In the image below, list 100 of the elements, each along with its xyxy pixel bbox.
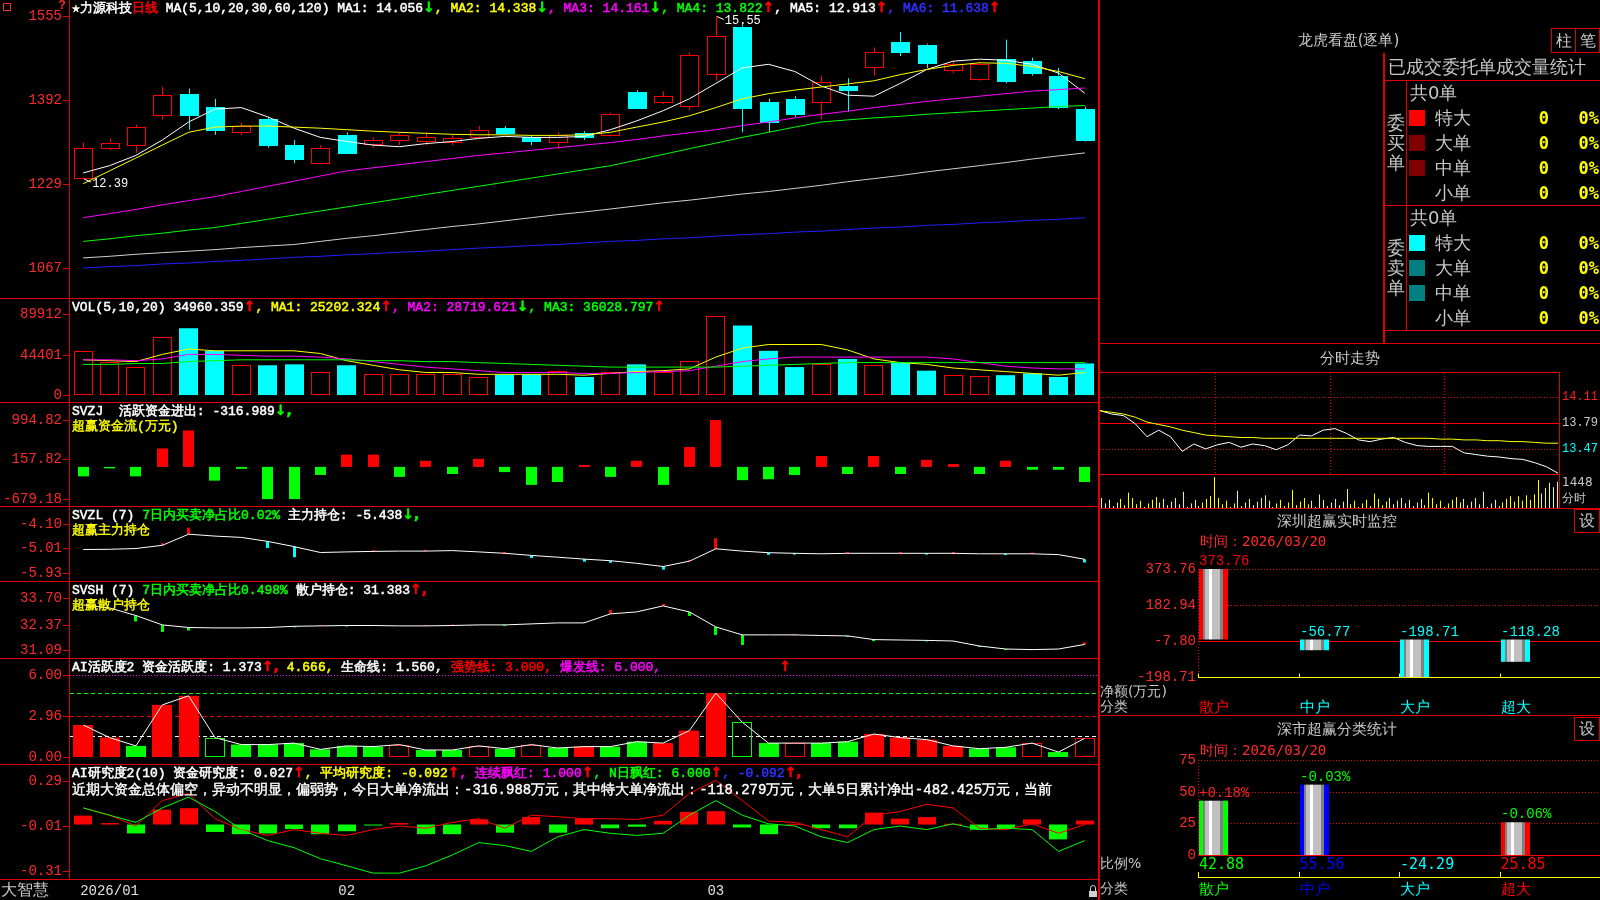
indicator-caption: 超赢主力持仓 [72, 523, 150, 538]
trend-arrow: ↑ [875, 0, 888, 15]
axis-label: 6.00 [28, 666, 62, 683]
value-label: 373.76 [1199, 553, 1250, 569]
date-label: 02 [338, 883, 356, 899]
category-label: 散户 [1199, 881, 1229, 900]
axis-label: -4.10 [20, 516, 62, 533]
axis-label: 75 [1179, 752, 1196, 768]
legend-text: 7日内买卖净占比0.498% [141, 583, 288, 598]
date-label: 03 [707, 883, 725, 899]
trend-arrow: ↑ [653, 299, 666, 314]
order-count: 0 [1538, 281, 1549, 304]
axis-caption: 分类 [1100, 699, 1128, 714]
panel-title: 分时走势 [1320, 349, 1380, 367]
order-count: 0 [1538, 181, 1549, 204]
signal-arrow: ↑ [779, 659, 791, 674]
axis-label: 1067 [28, 259, 62, 276]
axis-label: 0.00 [28, 749, 62, 765]
order-count: 0 [1538, 131, 1549, 154]
indicator-caption: 超赢资金流(万元) [72, 419, 179, 434]
legend-text: 主力持仓: -5.438 [286, 508, 403, 523]
axis-label: 0 [1187, 847, 1196, 863]
category-label: 散户 [1199, 699, 1229, 715]
legend-text: , 平均研究度: -0.092 [304, 766, 448, 781]
value-label: -118.28 [1501, 623, 1560, 640]
legend-text: 7日内买卖净占比0.02% [141, 508, 281, 523]
value-label: -24.29 [1400, 856, 1455, 872]
trend-arrow: ↑, [784, 765, 802, 780]
axis-label: 157.82 [11, 451, 62, 468]
legend-text: , -0.092 [722, 766, 785, 781]
trend-arrow: ↓ [649, 0, 662, 15]
value-label: 55.56 [1299, 856, 1345, 872]
axis-caption: 分时 [1562, 490, 1586, 506]
legend-text: , MA6: 11.638 [887, 1, 989, 16]
axis-label: -5.01 [20, 540, 62, 557]
trend-arrow: ↓ [423, 0, 435, 15]
order-share: 0% [1578, 156, 1599, 179]
trend-arrow: ↑ [447, 765, 460, 780]
legend-text: SVZL (7) [72, 508, 135, 523]
order-type-label: 小单 [1435, 306, 1471, 329]
change-label: -0.06% [1501, 806, 1552, 823]
axis-caption: 分类 [1100, 881, 1128, 896]
axis-label: 33.70 [20, 589, 62, 606]
axis-label: -679.18 [3, 491, 62, 508]
legend-text: , MA3: 36028.797 [528, 300, 654, 315]
trend-arrow: ↑ [380, 299, 392, 314]
footer-label: 大智慧 [0, 880, 49, 900]
order-total: 共0单 [1409, 206, 1458, 230]
price-label: 12.39 [92, 177, 129, 192]
category-label: 超大 [1500, 699, 1531, 715]
value-label: 42.88 [1199, 856, 1245, 872]
legend-text: SVSH (7) [72, 583, 135, 598]
axis-label: 182.94 [1145, 597, 1196, 613]
order-share: 0% [1578, 131, 1599, 154]
order-share: 0% [1578, 256, 1599, 279]
panel-title: 龙虎看盘(逐单) [1297, 31, 1400, 49]
axis-label: -7.80 [1154, 633, 1196, 649]
legend-text: , 连续飘红: 1.000 [459, 766, 582, 781]
trend-arrow: ↑, [410, 582, 428, 597]
axis-label: 50 [1179, 783, 1196, 800]
value-label: 25.85 [1500, 856, 1546, 872]
legend-text: , MA5: 12.913 [774, 1, 876, 16]
group-label: 委买单 [1386, 113, 1405, 173]
axis-caption: 净额(万元) [1100, 684, 1167, 699]
legend-text: VOL(5,10,20) 34960.359 [72, 300, 244, 315]
panel-title: 深圳超赢实时监控 [1277, 512, 1397, 530]
change-label: -0.03% [1300, 768, 1351, 785]
value-label: -198.71 [1400, 623, 1459, 640]
legend-text: AI活跃度2 资金活跃度: 1.373 [72, 660, 262, 675]
order-share: 0% [1578, 306, 1599, 329]
value-label: -56.77 [1300, 623, 1351, 640]
order-type-label: 大单 [1435, 256, 1471, 279]
change-label: +0.18% [1199, 784, 1250, 801]
timestamp-label: 时间：2026/03/20 [1200, 742, 1327, 758]
axis-label: 2.96 [28, 708, 62, 725]
axis-label: 14.11 [1562, 389, 1598, 404]
axis-label: -0.31 [20, 862, 62, 879]
order-type-label: 特大 [1435, 231, 1471, 254]
axis-label: 373.76 [1145, 561, 1196, 577]
order-type-label: 中单 [1435, 156, 1471, 179]
legend-text: 散户持仓: 31.383 [294, 583, 411, 598]
axis-label: 994.82 [11, 411, 62, 428]
legend-text: , MA1: 25202.324 [255, 300, 381, 315]
order-count: 0 [1538, 106, 1549, 129]
order-share: 0% [1578, 106, 1599, 129]
order-share: 0% [1578, 181, 1599, 204]
axis-label: 89912 [20, 305, 62, 322]
legend-text: , N日飘红: 6.000 [593, 766, 711, 781]
order-type-label: 中单 [1435, 281, 1471, 304]
trend-arrow: ↓, [402, 507, 420, 522]
category-label: 中户 [1299, 699, 1330, 715]
trend-arrow: ↑ [243, 299, 256, 314]
axis-label: 0 [53, 387, 62, 404]
trend-arrow: ↑ [762, 0, 775, 15]
date-label: 2026/01 [80, 883, 139, 899]
legend-text: 日线 [131, 1, 158, 16]
category-label: 大户 [1400, 699, 1430, 715]
legend-text: MA(5,10,20,30,60,120) MA1: 14.056 [164, 1, 424, 16]
category-label: 大户 [1400, 881, 1430, 900]
legend-text: 4.666, [285, 660, 334, 675]
